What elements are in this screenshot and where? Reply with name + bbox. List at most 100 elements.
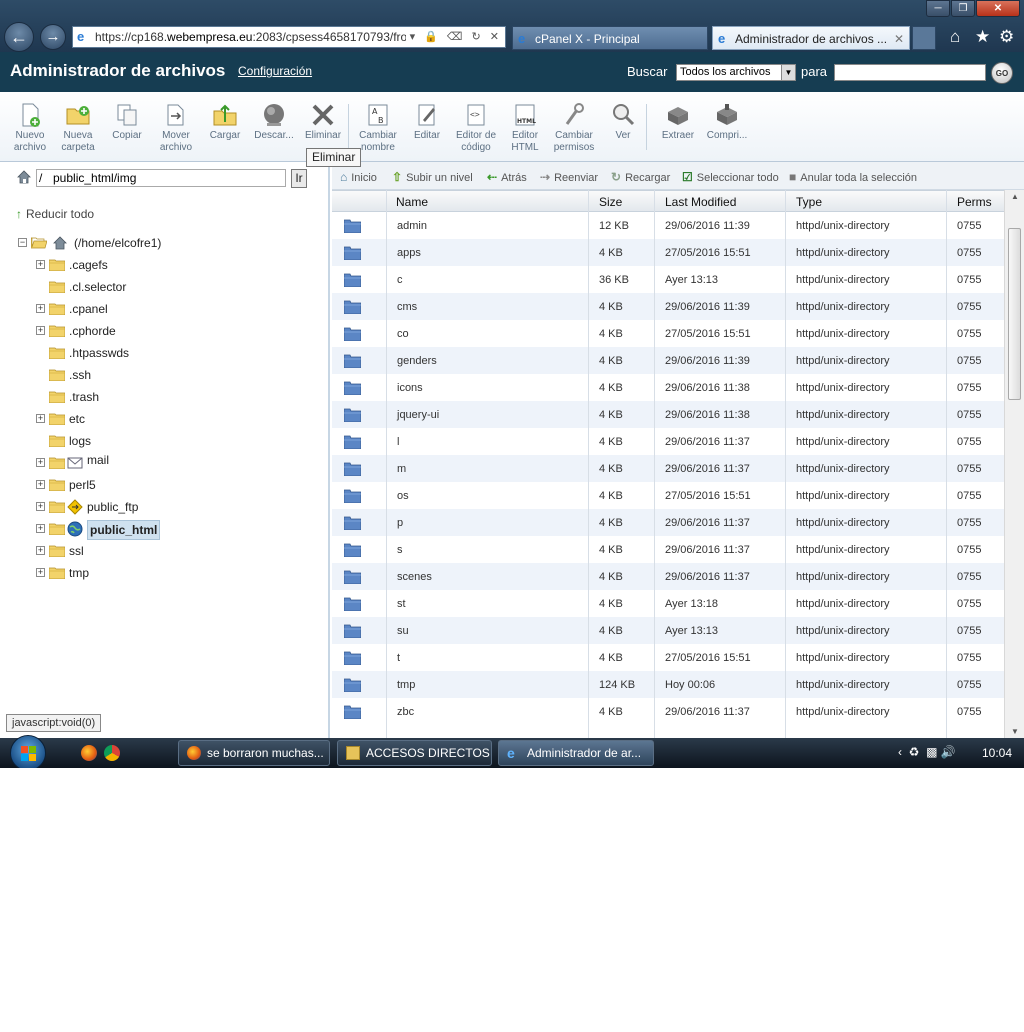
col-header-perms[interactable]: Perms (957, 195, 992, 209)
address-bar-icons[interactable]: ▾ 🔒 ⌫ ↻ ✕ (405, 27, 502, 47)
expand-toggle-icon[interactable]: + (36, 414, 45, 423)
scroll-down-icon[interactable]: ▼ (1011, 727, 1019, 736)
expand-toggle-icon[interactable]: + (36, 260, 45, 269)
table-row[interactable]: p 4 KB 29/06/2016 11:37 httpd/unix-director… (332, 509, 1004, 536)
nav-subir[interactable]: ⇧ Subir un nivel (392, 170, 473, 184)
tab-close-icon[interactable]: ✕ (894, 27, 904, 49)
table-row[interactable]: os 4 KB 27/05/2016 15:51 httpd/unix-directo… (332, 482, 1004, 509)
search-input[interactable] (834, 64, 986, 81)
toolbar-permissions-button[interactable]: Cambiar permisos (548, 102, 600, 154)
cell-size: 4 KB (599, 409, 623, 421)
firefox-icon[interactable] (81, 745, 97, 761)
table-row[interactable]: st 4 KB Ayer 13:18 httpd/unix-directory 0755 (332, 590, 1004, 617)
home-icon[interactable] (16, 169, 32, 185)
folder-icon (344, 462, 361, 476)
settings-gear-icon[interactable]: ⚙ (999, 27, 1014, 47)
tab-administrador-archivos[interactable]: e Administrador de archivos ... ✕ (712, 26, 910, 50)
table-row[interactable]: s 4 KB 29/06/2016 11:37 httpd/unix-director… (332, 536, 1004, 563)
file-list-scrollbar[interactable]: ▲ ▼ (1004, 190, 1024, 738)
expand-toggle-icon[interactable]: + (36, 502, 45, 511)
page-title: Administrador de archivos (10, 61, 226, 80)
table-row[interactable]: icons 4 KB 29/06/2016 11:38 httpd/unix-dire… (332, 374, 1004, 401)
address-bar[interactable]: e https://cp168.webempresa.eu:2083/cpsess… (72, 26, 506, 48)
tab-cpanel-principal[interactable]: e cPanel X - Principal (512, 26, 708, 50)
start-button[interactable] (10, 735, 46, 768)
table-row[interactable]: apps 4 KB 27/05/2016 15:51 httpd/unix-direc… (332, 239, 1004, 266)
expand-toggle-icon[interactable]: + (36, 524, 45, 533)
expand-toggle-icon[interactable]: + (36, 304, 45, 313)
table-row[interactable]: co 4 KB 27/05/2016 15:51 httpd/unix-directo… (332, 320, 1004, 347)
toolbar-code-editor-button[interactable]: <> Editor de código (450, 102, 502, 154)
table-row[interactable]: cms 4 KB 29/06/2016 11:39 httpd/unix-direct… (332, 293, 1004, 320)
toolbar-new-folder-button[interactable]: Nueva carpeta (52, 102, 104, 154)
task-firefox[interactable]: se borraron muchas... (178, 740, 330, 766)
table-row[interactable]: tmp 124 KB Hoy 00:06 httpd/unix-directory 07… (332, 671, 1004, 698)
table-row[interactable]: genders 4 KB 29/06/2016 11:39 httpd/unix-di… (332, 347, 1004, 374)
home-icon[interactable]: ⌂ (950, 27, 960, 47)
nav-reenviar[interactable]: ⇢ Reenviar (540, 170, 598, 184)
cell-type: httpd/unix-directory (796, 328, 890, 340)
toolbar-html-editor-button[interactable]: HTML Editor HTML (499, 102, 551, 154)
go-path-button[interactable]: Ir (291, 169, 307, 188)
toolbar-rename-button[interactable]: A B Cambiar nombre (352, 102, 404, 154)
table-row[interactable]: t 4 KB 27/05/2016 15:51 httpd/unix-director… (332, 644, 1004, 671)
nav-atras[interactable]: ⇠ Atrás (487, 170, 527, 184)
toolbar-compress-button[interactable]: Compri... (701, 102, 753, 142)
toolbar-new-file-button[interactable]: Nuevo archivo (4, 102, 56, 154)
task-ie[interactable]: e Administrador de ar... (498, 740, 654, 766)
toolbar-copy-button[interactable]: Copiar (101, 102, 153, 142)
col-header-type[interactable]: Type (796, 195, 822, 209)
path-input[interactable]: / public_html/img (36, 169, 286, 187)
expand-toggle-icon[interactable]: + (36, 568, 45, 577)
table-row[interactable]: scenes 4 KB 29/06/2016 11:37 httpd/unix-dir… (332, 563, 1004, 590)
toolbar-edit-button[interactable]: Editar (401, 102, 453, 142)
expand-toggle-icon[interactable]: + (36, 546, 45, 555)
scrollbar-thumb[interactable] (1008, 228, 1021, 400)
favorites-star-icon[interactable]: ★ (975, 27, 990, 47)
table-row[interactable]: l 4 KB 29/06/2016 11:37 httpd/unix-director… (332, 428, 1004, 455)
collapse-toggle-icon[interactable]: − (18, 238, 27, 247)
forward-button[interactable]: → (40, 24, 66, 50)
toolbar-extract-button[interactable]: Extraer (652, 102, 704, 142)
minimize-button[interactable]: ─ (926, 0, 950, 17)
toolbar-view-button[interactable]: Ver (597, 102, 649, 142)
collapse-all-link[interactable]: ↑ Reducir todo (16, 207, 94, 221)
table-row[interactable]: jquery-ui 4 KB 29/06/2016 11:38 httpd/unix-… (332, 401, 1004, 428)
toolbar-download-button[interactable]: Descar... (248, 102, 300, 142)
configuration-link[interactable]: Configuración (238, 64, 312, 78)
nav-recargar[interactable]: ↻ Recargar (611, 170, 670, 184)
col-header-size[interactable]: Size (599, 195, 622, 209)
expand-toggle-icon[interactable]: + (36, 458, 45, 467)
go-button[interactable]: GO (991, 62, 1013, 84)
tree-item-label: perl5 (69, 478, 96, 492)
new-tab-button[interactable] (912, 26, 936, 50)
nav-seleccionar-todo[interactable]: ☑ Seleccionar todo (682, 170, 779, 184)
task-folder[interactable]: ACCESOS DIRECTOS (337, 740, 492, 766)
scroll-up-icon[interactable]: ▲ (1011, 192, 1019, 201)
back-button[interactable]: ← (4, 22, 34, 52)
cell-perms: 0755 (957, 625, 982, 637)
window-close-button[interactable]: ✕ (976, 0, 1020, 17)
table-row[interactable]: c 36 KB Ayer 13:13 httpd/unix-directory 0755 (332, 266, 1004, 293)
table-row[interactable]: zbc 4 KB 29/06/2016 11:37 httpd/unix-direct… (332, 698, 1004, 725)
restore-button[interactable]: ❐ (951, 0, 975, 17)
chrome-icon[interactable] (104, 745, 120, 761)
expand-toggle-icon[interactable]: + (36, 326, 45, 335)
cell-modified: 29/06/2016 11:39 (665, 220, 750, 232)
col-header-name[interactable]: Name (396, 195, 428, 209)
toolbar-delete-button[interactable]: Eliminar (297, 102, 349, 142)
expand-toggle-icon[interactable]: + (36, 480, 45, 489)
toolbar-move-button[interactable]: Mover archivo (150, 102, 202, 154)
col-header-modified[interactable]: Last Modified (665, 195, 736, 209)
system-tray[interactable]: ‹ ♻ ▩ 🔊 (898, 745, 956, 759)
nav-inicio[interactable]: ⌂ Inicio (340, 170, 377, 184)
cell-name: t (397, 652, 401, 664)
toolbar-upload-button[interactable]: Cargar (199, 102, 251, 142)
search-scope-select[interactable]: Todos los archivos ▼ (676, 64, 796, 81)
nav-anular-seleccion[interactable]: ■ Anular toda la selección (789, 170, 917, 184)
chevron-down-icon: ▼ (781, 65, 795, 80)
toolbar-label: Cambiar (359, 130, 397, 141)
table-row[interactable]: su 4 KB Ayer 13:13 httpd/unix-directory 0755 (332, 617, 1004, 644)
table-row[interactable]: admin 12 KB 29/06/2016 11:39 httpd/unix-dir… (332, 212, 1004, 239)
table-row[interactable]: m 4 KB 29/06/2016 11:37 httpd/unix-director… (332, 455, 1004, 482)
